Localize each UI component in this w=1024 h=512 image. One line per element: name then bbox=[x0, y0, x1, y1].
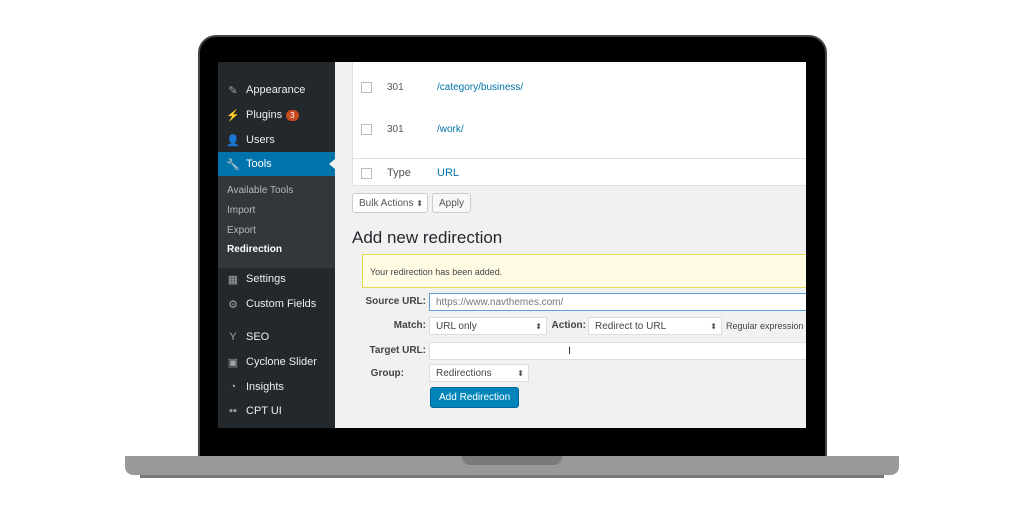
main-content: 301/category/business/ 301/work/ Type URL… bbox=[336, 62, 806, 428]
update-count-badge: 3 bbox=[286, 109, 299, 121]
redirects-table: 301/category/business/ 301/work/ Type URL bbox=[352, 62, 806, 186]
sidebar-item-insights[interactable]: ◔ Insights bbox=[218, 375, 335, 399]
match-select[interactable]: URL only bbox=[429, 317, 547, 335]
bulk-actions-select[interactable]: Bulk Actions bbox=[352, 193, 428, 213]
insights-icon: ◔ bbox=[229, 381, 237, 393]
gear-icon: ⚙ bbox=[228, 298, 238, 311]
source-url-input[interactable]: https://www.navthemes.com/ bbox=[429, 293, 806, 311]
table-row: 301/category/business/ bbox=[353, 82, 806, 93]
sidebar-item-settings[interactable]: ▦ Settings bbox=[218, 267, 335, 291]
table-footer: Type URL bbox=[353, 167, 806, 179]
sidebar-item-users[interactable]: 👤 Users bbox=[218, 128, 335, 152]
submenu-available-tools[interactable]: Available Tools bbox=[227, 185, 293, 196]
screen: ✎ Appearance ⚡ Plugins 3 👤 Users 🔧 Tools Avai… bbox=[218, 62, 806, 428]
submenu-redirection[interactable]: Redirection bbox=[227, 244, 282, 255]
row-checkbox[interactable] bbox=[361, 124, 372, 135]
current-menu-arrow bbox=[329, 159, 335, 169]
group-label: Group: bbox=[370, 368, 404, 379]
action-label: Action: bbox=[551, 320, 586, 331]
table-row: 301/work/ bbox=[353, 124, 806, 135]
sidebar-item-tools[interactable]: 🔧 Tools bbox=[218, 152, 335, 176]
yoast-icon: Y bbox=[229, 331, 237, 343]
wrench-icon: 🔧 bbox=[226, 158, 240, 171]
page-title: Add new redirection bbox=[352, 228, 503, 247]
source-url-label: Source URL: bbox=[365, 296, 426, 307]
redirect-url-link[interactable]: /category/business/ bbox=[437, 82, 523, 93]
divider bbox=[353, 158, 806, 159]
submenu-import[interactable]: Import bbox=[227, 205, 255, 216]
laptop-base bbox=[125, 456, 899, 475]
column-type[interactable]: Type bbox=[387, 167, 437, 179]
tools-submenu: Available Tools Import Export Redirectio… bbox=[218, 176, 335, 268]
sidebar-item-plugins[interactable]: ⚡ Plugins 3 bbox=[218, 103, 335, 127]
slider-icon: ▣ bbox=[227, 356, 239, 369]
add-redirection-button[interactable]: Add Redirection bbox=[430, 387, 520, 408]
laptop-base-shadow bbox=[140, 475, 884, 478]
grid-icon: ▪▪ bbox=[229, 405, 237, 417]
settings-icon: ▦ bbox=[227, 273, 239, 286]
laptop-notch bbox=[462, 456, 562, 465]
admin-sidebar: ✎ Appearance ⚡ Plugins 3 👤 Users 🔧 Tools Avai… bbox=[218, 62, 335, 428]
sidebar-item-seo[interactable]: Y SEO bbox=[218, 325, 335, 349]
sidebar-item-cyclone-slider[interactable]: ▣ Cyclone Slider bbox=[218, 350, 335, 374]
text-cursor-icon: I bbox=[568, 345, 572, 357]
submenu-export[interactable]: Export bbox=[227, 225, 256, 236]
match-label: Match: bbox=[393, 320, 426, 331]
group-select[interactable]: Redirections bbox=[429, 364, 529, 382]
apply-button[interactable]: Apply bbox=[432, 193, 472, 213]
action-select[interactable]: Redirect to URL bbox=[588, 317, 722, 335]
user-icon: 👤 bbox=[226, 134, 240, 147]
select-all-checkbox[interactable] bbox=[361, 167, 372, 179]
target-url-input[interactable] bbox=[429, 342, 806, 360]
sidebar-item-cpt-ui[interactable]: ▪▪ CPT UI bbox=[218, 399, 335, 423]
success-notice: Your redirection has been added. bbox=[362, 254, 806, 288]
redirect-url-link[interactable]: /work/ bbox=[437, 124, 464, 135]
paintbrush-icon: ✎ bbox=[228, 84, 238, 97]
regex-label[interactable]: Regular expression bbox=[726, 321, 804, 331]
row-checkbox[interactable] bbox=[361, 82, 372, 93]
sidebar-item-custom-fields[interactable]: ⚙ Custom Fields bbox=[218, 292, 335, 316]
target-url-label: Target URL: bbox=[369, 345, 426, 356]
column-url[interactable]: URL bbox=[437, 167, 459, 179]
sidebar-item-appearance[interactable]: ✎ Appearance bbox=[218, 78, 335, 102]
plugin-icon: ⚡ bbox=[226, 109, 240, 122]
